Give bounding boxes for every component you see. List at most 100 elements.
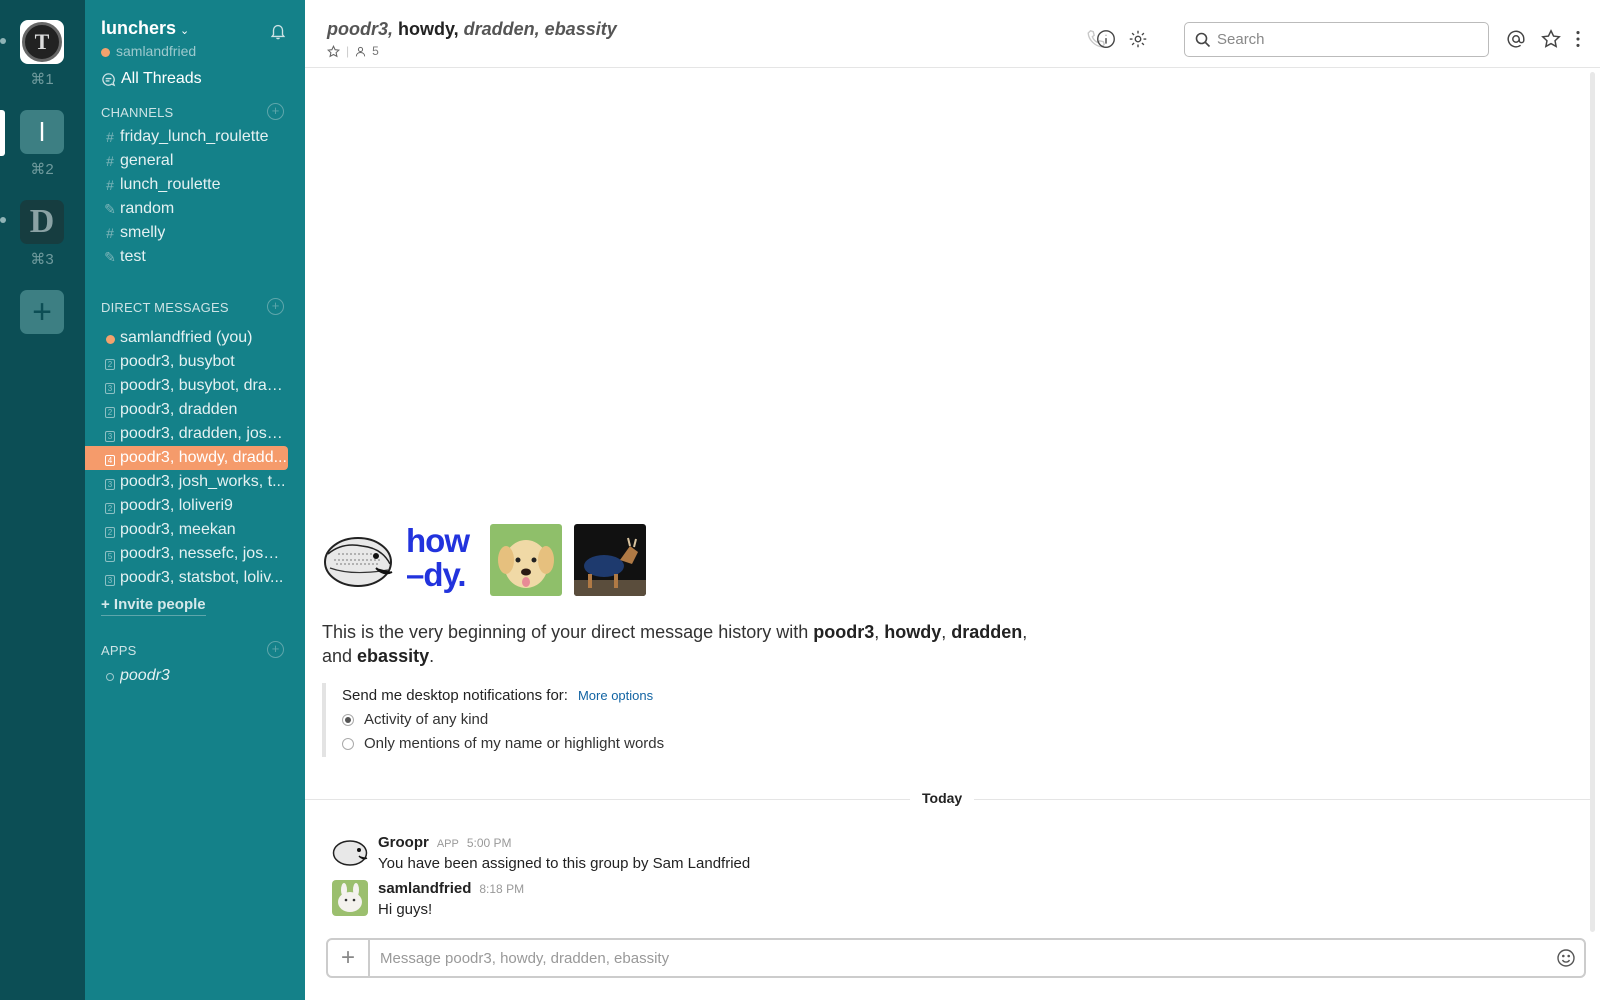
add-dm-icon[interactable]: + [267,298,284,315]
emoji-button[interactable] [1548,948,1584,968]
add-workspace-button[interactable]: + [20,290,64,334]
avatar-dradden[interactable] [490,524,562,596]
workspace-menu[interactable]: lunchers ⌄ [101,18,189,39]
conversation-title[interactable]: poodr3, howdy, dradden, ebassity [327,19,617,40]
message-sender[interactable]: samlandfried [378,880,471,897]
message-timestamp[interactable]: 5:00 PM [467,836,512,850]
avatar-poodr3[interactable] [322,524,394,596]
sidebar-item-label: poodr3, howdy, dradd... [120,449,287,466]
bell-icon[interactable] [269,22,287,40]
message-header: samlandfried 8:18 PM [378,880,524,897]
member-count-badge: 4 [105,455,115,466]
team-d-button[interactable]: D [20,200,64,244]
channels-section-title[interactable]: CHANNELS [101,105,173,120]
search-box[interactable] [1184,22,1489,57]
sidebar-item-channel[interactable]: # smelly [85,221,305,245]
sidebar-item-dm[interactable]: 3 poodr3, josh_works, t... [85,470,305,494]
team-t-logo: T [22,22,62,62]
mentions-icon[interactable] [1505,28,1527,50]
sidebar-item-label: poodr3, statsbot, loliv... [120,569,284,586]
sidebar-item-channel[interactable]: ✎ test [85,245,305,269]
more-options-icon[interactable] [1567,28,1589,50]
notif-option-label: Activity of any kind [364,711,489,728]
starred-items-icon[interactable] [1540,28,1562,50]
sidebar-item-channel[interactable]: # lunch_roulette [85,173,305,197]
bunny-icon [332,880,368,916]
intro-name[interactable]: howdy [884,622,941,642]
day-divider-label: Today [910,790,975,806]
hash-icon: # [106,129,114,145]
dm-section-title[interactable]: DIRECT MESSAGES [101,300,229,315]
member-count-badge: 5 [105,551,115,562]
avatar-ebassity[interactable] [574,524,646,596]
radio-unchecked[interactable] [342,737,354,750]
add-app-icon[interactable]: + [267,641,284,658]
star-icon[interactable] [327,44,340,58]
team-unread-dot [0,38,6,44]
member-count[interactable]: 5 [372,44,379,58]
workspace-name: lunchers [101,18,177,38]
intro-name[interactable]: poodr3 [813,622,874,642]
sidebar-item-channel[interactable]: ✎ random [85,197,305,221]
team-t-button[interactable]: T [20,20,64,64]
notif-option-mentions[interactable]: Only mentions of my name or highlight wo… [342,735,664,752]
sidebar-item-dm[interactable]: 3 poodr3, busybot, drad... [85,374,305,398]
sidebar-item-dm[interactable]: 2 poodr3, dradden [85,398,305,422]
hash-icon: # [106,153,114,169]
sidebar-item-label: test [120,248,146,265]
message-text: Hi guys! [378,901,433,918]
search-input[interactable] [1217,31,1467,48]
sidebar-item-dm[interactable]: 4 poodr3, howdy, dradd... [85,446,288,470]
message-timestamp[interactable]: 8:18 PM [479,882,524,896]
team-t-shortcut: ⌘1 [30,71,54,88]
member-count-icon: 3 [103,426,117,442]
gear-icon[interactable] [1127,28,1149,50]
team-l-button[interactable]: l [20,110,64,154]
sidebar-item-channel[interactable]: # general [85,149,305,173]
sidebar-item-label: samlandfried (you) [120,329,253,346]
intro-name[interactable]: ebassity [357,646,429,666]
title-part: howdy, [398,19,464,39]
sidebar-item-dm[interactable]: 2 poodr3, loliveri9 [85,494,305,518]
more-options-link[interactable]: More options [578,688,653,703]
invite-people-link[interactable]: + Invite people [101,596,206,616]
member-count-badge: 3 [105,431,115,442]
sidebar-item-channel[interactable]: # friday_lunch_roulette [85,125,305,149]
sidebar-item-dm[interactable]: 3 poodr3, statsbot, loliv... [85,566,305,590]
add-channel-icon[interactable]: + [267,103,284,120]
member-count-icon: 3 [103,570,117,586]
sidebar: lunchers ⌄ samlandfried All Threads CHANN… [85,0,305,1000]
notification-title: Send me desktop notifications for: More o… [342,687,653,704]
avatar[interactable] [332,834,368,870]
avatar[interactable] [332,880,368,916]
sidebar-item-dm[interactable]: samlandfried (you) [85,326,305,350]
emoji-icon [1557,949,1575,967]
message-sender[interactable]: Groopr [378,834,429,851]
apps-section-title[interactable]: APPS [101,643,136,658]
howdy-logo[interactable]: how –dy. [406,524,478,596]
message-input[interactable] [370,941,1548,975]
attach-button[interactable]: + [328,940,370,976]
radio-checked[interactable] [342,713,354,726]
message-scrollbar[interactable] [1590,72,1595,932]
intro-separator: , [941,622,952,642]
sidebar-item-label: poodr3 [120,667,170,684]
fish-icon [332,834,368,870]
sidebar-item-dm[interactable]: 3 poodr3, dradden, josh... [85,422,305,446]
sidebar-item-app-poodr3[interactable]: poodr3 [85,664,305,688]
chevron-down-icon: ⌄ [180,25,190,37]
sidebar-item-dm[interactable]: 2 poodr3, meekan [85,518,305,542]
notif-option-all[interactable]: Activity of any kind [342,711,488,728]
conversation-header: poodr3, howdy, dradden, ebassity | 5 [305,0,1600,68]
hash-icon: # [106,177,114,193]
pencil-icon: ✎ [104,248,116,265]
title-part: poodr3, [327,19,398,39]
sidebar-item-label: poodr3, loliveri9 [120,497,233,514]
all-threads-link[interactable]: All Threads [101,70,202,88]
sidebar-item-dm[interactable]: 2 poodr3, busybot [85,350,305,374]
sidebar-item-dm[interactable]: 5 poodr3, nessefc, josh_... [85,542,305,566]
fish-icon [322,524,394,596]
sidebar-item-label: smelly [120,224,166,241]
intro-name[interactable]: dradden [951,622,1022,642]
info-icon[interactable] [1095,28,1117,50]
